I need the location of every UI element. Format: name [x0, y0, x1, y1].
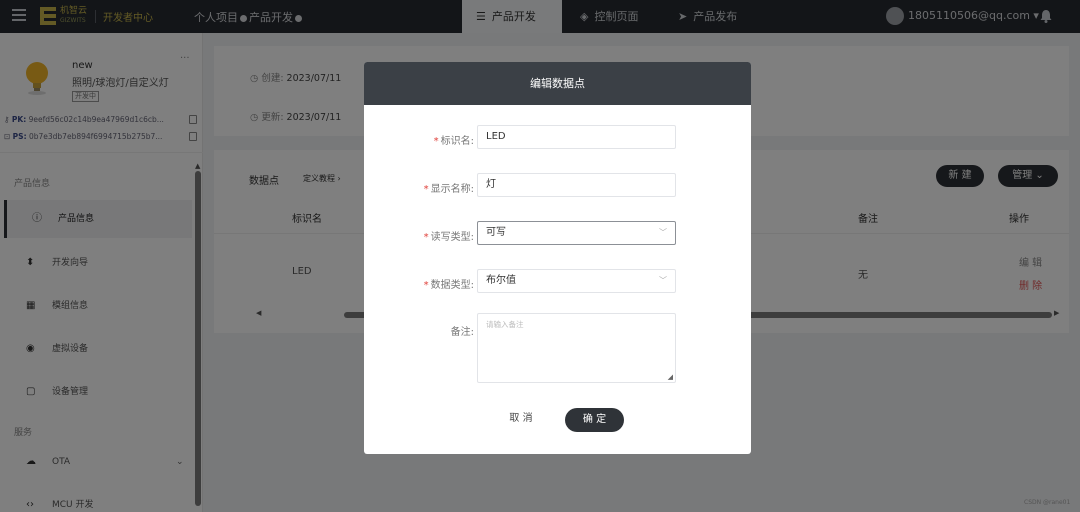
- rw-type-select[interactable]: 可写 ﹀: [477, 221, 676, 245]
- id-name-label: * 标识名:: [433, 136, 474, 147]
- data-type-label: * 数据类型:: [423, 280, 474, 291]
- note-label: 备注:: [450, 327, 474, 338]
- cancel-button[interactable]: 取 消: [501, 407, 541, 431]
- note-textarea[interactable]: 请输入备注 ◢: [477, 313, 676, 383]
- display-name-input[interactable]: 灯: [477, 173, 676, 197]
- rw-type-label: * 读写类型:: [423, 232, 474, 243]
- display-name-label: * 显示名称:: [423, 184, 474, 195]
- id-name-input[interactable]: LED: [477, 125, 676, 149]
- confirm-button[interactable]: 确 定: [565, 408, 624, 432]
- data-type-select[interactable]: 布尔值 ﹀: [477, 269, 676, 293]
- chevron-down-icon: ﹀: [659, 228, 667, 237]
- edit-datapoint-dialog: 编辑数据点 * 标识名: LED * 显示名称: 灯 * 读写类型: 可写 ﹀ * 数据…: [364, 62, 751, 454]
- chevron-down-icon: ﹀: [659, 276, 667, 285]
- resize-handle-icon[interactable]: ◢: [668, 373, 673, 381]
- dialog-title: 编辑数据点: [364, 62, 751, 105]
